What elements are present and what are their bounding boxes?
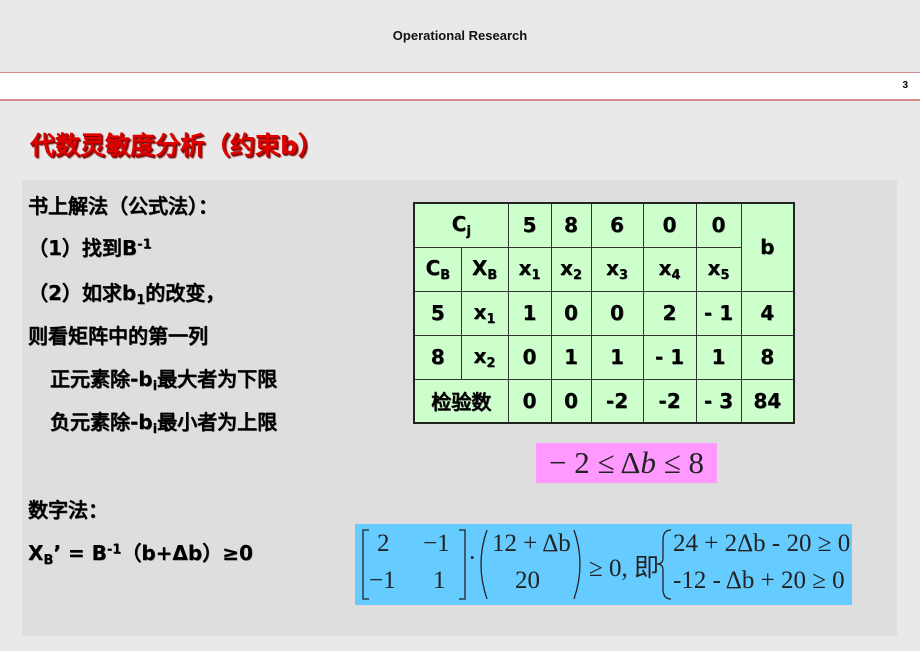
value-cell: 2: [642, 290, 697, 336]
upper-bound-rule: 负元素除-bi最小者为上限: [50, 410, 278, 437]
left-brace-icon: [656, 529, 672, 600]
check-value: 0: [507, 378, 552, 424]
matrix-formula: 2 −1 −1 1 · 12 + Δb 20 ≥ 0, 即 24 + 2Δb -…: [355, 524, 852, 605]
matrix-cell: 1: [433, 567, 446, 594]
right-paren-icon: [573, 529, 581, 600]
cb-cell: 5: [413, 290, 462, 336]
cb-cell: 8: [413, 334, 462, 380]
cb-header: CB: [413, 246, 462, 292]
xb-header: XB: [460, 246, 509, 292]
value-cell: - 1: [695, 290, 742, 336]
simplex-table: Cj 5 8 6 0 0 b CB XB x1 x2 x3 x4 x5 5 x1…: [413, 202, 795, 424]
value-cell: 1: [550, 334, 592, 380]
var-header: x5: [695, 246, 742, 292]
var-header: x4: [642, 246, 697, 292]
check-value: -2: [590, 378, 644, 424]
right-square-bracket-icon: [459, 529, 466, 600]
cj-value: 5: [507, 202, 552, 248]
xb-formula: XB’ = B-1（b+Δb）≥0: [28, 541, 253, 568]
cj-value: 8: [550, 202, 592, 248]
step-2-detail: 则看矩阵中的第一列: [28, 324, 208, 348]
matrix-cell: −1: [369, 567, 396, 594]
table-row: 8 x2 0 1 1 - 1 1 8: [413, 334, 795, 380]
objective-value: 84: [740, 378, 795, 424]
check-value: - 3: [695, 378, 742, 424]
value-cell: - 1: [642, 334, 697, 380]
cj-value: 0: [642, 202, 697, 248]
page-band: 3: [0, 72, 920, 101]
left-paren-icon: [480, 529, 488, 600]
value-cell: 1: [590, 334, 644, 380]
value-cell: 0: [550, 290, 592, 336]
vector-cell: 12 + Δb: [492, 530, 571, 557]
var-header: x3: [590, 246, 644, 292]
method-heading: 书上解法（公式法）：: [28, 194, 218, 218]
table-row: 5 x1 1 0 0 2 - 1 4: [413, 290, 795, 336]
value-cell: 1: [507, 290, 552, 336]
numeric-method-heading: 数字法：: [28, 498, 108, 522]
matrix-cell: −1: [423, 530, 450, 557]
relation-text: ≥ 0, 即: [589, 555, 659, 582]
variable-header-row: CB XB x1 x2 x3 x4 x5: [413, 246, 794, 292]
check-value: -2: [642, 378, 697, 424]
lower-bound-rule: 正元素除-bi最大者为下限: [50, 367, 278, 394]
b-header: b: [740, 202, 795, 292]
cj-row: Cj 5 8 6 0 0 b: [413, 202, 795, 292]
b-cell: 8: [740, 334, 795, 380]
xb-cell: x2: [460, 334, 509, 380]
var-header: x2: [550, 246, 592, 292]
var-header: x1: [507, 246, 552, 292]
check-value: 0: [550, 378, 592, 424]
check-label: 检验数: [413, 378, 509, 424]
b-cell: 4: [740, 290, 795, 336]
value-cell: 0: [507, 334, 552, 380]
condition-2: -12 - Δb + 20 ≥ 0: [673, 567, 845, 594]
slide-title: 代数灵敏度分析（约束b）: [30, 131, 323, 160]
range-formula: − 2 ≤ Δb ≤ 8: [536, 443, 717, 483]
dot-operator: ·: [468, 545, 477, 572]
vector-cell: 20: [515, 567, 540, 594]
check-row: 检验数 0 0 -2 -2 - 3 84: [413, 378, 795, 424]
cj-label: Cj: [413, 202, 509, 248]
cj-value: 6: [590, 202, 644, 248]
header-title: Operational Research: [392, 28, 528, 43]
cj-value: 0: [695, 202, 742, 248]
matrix-cell: 2: [377, 530, 390, 557]
value-cell: 0: [590, 290, 644, 336]
condition-1: 24 + 2Δb - 20 ≥ 0: [673, 530, 851, 557]
xb-cell: x1: [460, 290, 509, 336]
step-2: （2）如求b1的改变，: [28, 281, 226, 308]
page-number: 3: [902, 80, 908, 91]
value-cell: 1: [695, 334, 742, 380]
step-1: （1）找到B-1: [28, 236, 152, 260]
